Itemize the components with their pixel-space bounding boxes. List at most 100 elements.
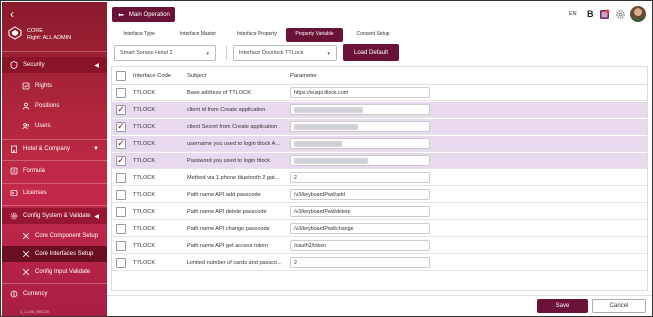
row-checkbox-cell: ✓ (116, 153, 128, 168)
parameter-value: /v3/keyboardPwd/change (294, 225, 354, 232)
row-checkbox[interactable] (116, 223, 126, 234)
parameter-cell: /v3/keyboardPwd/delete (290, 204, 430, 219)
interface-code-cell: TTLOCK (133, 89, 156, 96)
parameter-input[interactable]: /v3/keyboardPwd/delete (290, 206, 430, 217)
tab-consent-setup[interactable]: Consent Setup (349, 28, 397, 42)
parameter-input[interactable]: /oauth2/token (290, 240, 430, 251)
row-checkbox[interactable]: ✓ (116, 121, 126, 132)
sidebar-divider (2, 139, 107, 140)
sidebar-item-licenses[interactable]: Licenses (2, 185, 107, 201)
sidebar-item-currency[interactable]: Currency (2, 286, 107, 302)
parameter-input[interactable]: x_xxxxxxxxxxxxxxxx (290, 138, 430, 149)
parameter-input[interactable]: xxxxxxxxxxxxxxxxxxxxxxxx (290, 121, 430, 132)
table-row[interactable]: ✓ TTLOCK username you used to login ttlock… (112, 136, 647, 152)
select-all-checkbox[interactable] (116, 70, 126, 81)
interface-select-value: Interface Doorlock TTLock (239, 50, 304, 56)
row-checkbox[interactable]: ✓ (116, 104, 126, 115)
sidebar-item-label: Core Interfaces Setup (35, 251, 94, 257)
parameter-cell: /oauth2/token (290, 238, 430, 253)
sidebar-divider (2, 205, 107, 206)
sidebar-divider (2, 283, 107, 284)
collapse-sidebar-icon[interactable]: ‹ (10, 8, 14, 20)
parameter-cell: /v3/keyboardPwd/add (290, 187, 430, 202)
sidebar-divider (2, 160, 107, 161)
tab-interface-master[interactable]: Interface Master (173, 28, 223, 42)
save-button[interactable]: Save (537, 299, 588, 313)
interface-select[interactable]: Interface Doorlock TTLock ▼ (233, 45, 337, 61)
table-row[interactable]: TTLOCK Base address of TTLOCK https://euap… (112, 85, 647, 101)
parameter-input[interactable]: /v3/keyboardPwd/add (290, 189, 430, 200)
parameter-input[interactable]: 2 (290, 257, 430, 268)
table-row[interactable]: TTLOCK Path name API delete passcode/v3/k… (112, 204, 647, 220)
main-operation-button[interactable]: ⬅ Main Operation (112, 7, 175, 22)
parameter-input[interactable]: /v3/keyboardPwd/change (290, 223, 430, 234)
sidebar-item-security[interactable]: Security ◀ (2, 57, 107, 73)
sidebar-item-core-component-setup[interactable]: Core Component Setup (2, 228, 107, 244)
table-row[interactable]: TTLOCK Path name API get access token/oau… (112, 238, 647, 254)
sidebar-item-label: Security (23, 62, 45, 68)
sidebar-item-config-input-validate[interactable]: Config Input Validate (2, 264, 107, 280)
parameter-input[interactable]: https://euapi.ttlock.com (290, 87, 430, 98)
bold-toggle[interactable]: B (587, 6, 594, 22)
license-icon (10, 189, 18, 197)
table-row[interactable]: ✓ TTLOCK client id from Create application… (112, 102, 647, 118)
tab-property-variable[interactable]: Property Variable (286, 28, 343, 42)
subject-cell: Path name API delete passcode (187, 208, 267, 215)
sidebar-item-config-system[interactable]: Config System & Validate ◀ (2, 208, 107, 224)
tab-interface-type[interactable]: Interface Type (114, 28, 164, 42)
arrow-left-icon: ⬅ (118, 11, 124, 19)
row-checkbox[interactable] (116, 206, 126, 217)
row-checkbox[interactable]: ✓ (116, 138, 126, 149)
parameter-value: /oauth2/token (294, 242, 327, 249)
load-default-button[interactable]: Load Default (343, 44, 399, 61)
row-checkbox[interactable] (116, 87, 126, 98)
interfaces-icon (22, 250, 30, 258)
sidebar-item-hotel-company[interactable]: Hotel & Company ▼ (2, 141, 107, 157)
interface-code-cell: TTLOCK (133, 242, 156, 249)
interface-code-cell: TTLOCK (133, 123, 156, 130)
table-row[interactable]: ✓ TTLOCK client Secret from Create applica… (112, 119, 647, 135)
parameter-value: https://euapi.ttlock.com (294, 89, 349, 96)
row-checkbox[interactable] (116, 257, 126, 268)
cancel-button[interactable]: Cancel (592, 299, 646, 313)
sidebar-item-label: Currency (23, 291, 48, 297)
row-checkbox[interactable] (116, 172, 126, 183)
table-row[interactable]: TTLOCK Path name API change passcode/v3/k… (112, 221, 647, 237)
sidebar-divider (2, 51, 107, 52)
interface-code-cell: TTLOCK (133, 174, 156, 181)
sidebar-item-positions[interactable]: Positions (2, 98, 107, 114)
parameter-input[interactable]: xxxxxxxxxxxxxxxxxxxxxxxxxxxx (290, 155, 430, 166)
parameter-value: /v3/keyboardPwd/add (294, 191, 345, 198)
sidebar-item-formula[interactable]: Formula (2, 163, 107, 179)
parameter-input[interactable]: 2 (290, 172, 430, 183)
brand-name: CORE (27, 28, 43, 34)
sidebar-item-label: Rights (35, 83, 53, 89)
table-row[interactable]: TTLOCK Limited number of cards and passco… (112, 255, 647, 271)
sidebar-item-rights[interactable]: Rights (2, 78, 107, 94)
header-subject: Subject (187, 72, 207, 79)
table-row[interactable]: TTLOCK Method via 1.phone bluetooth 2.gat… (112, 170, 647, 186)
avatar[interactable] (630, 6, 646, 22)
parameter-input[interactable]: xxxxxxxxxxxxxxxxxxxxxxxxxx (290, 104, 430, 115)
sidebar-item-label: Core Component Setup (35, 233, 99, 239)
sidebar-item-core-interfaces-setup[interactable]: Core Interfaces Setup (2, 246, 107, 262)
table-row[interactable]: TTLOCK Path name API add passcode/v3/keyb… (112, 187, 647, 203)
header-parameter: Parameter (290, 72, 318, 79)
sidebar-item-label: Licenses (23, 190, 47, 196)
tab-interface-property[interactable]: Interface Property (236, 28, 278, 42)
table-row[interactable]: ✓ TTLOCK Password you used to login ttlock… (112, 153, 647, 169)
notification-icon[interactable] (599, 6, 610, 22)
sidebar-item-users[interactable]: Users (2, 118, 107, 134)
row-checkbox[interactable]: ✓ (116, 155, 126, 166)
footer-divider (107, 295, 652, 296)
language-selector[interactable]: EN (569, 6, 577, 22)
parameter-cell: 2 (290, 170, 430, 185)
hotel-select[interactable]: Smart Soraso Hotel 2 ▼ (114, 45, 216, 61)
interface-code-cell: TTLOCK (133, 106, 156, 113)
row-checkbox[interactable] (116, 240, 126, 251)
subject-cell: Method via 1.phone bluetooth 2.gat... (187, 174, 280, 181)
row-checkbox[interactable] (116, 189, 126, 200)
subject-cell: client id from Create application (187, 106, 266, 113)
sidebar-item-label: Hotel & Company (23, 146, 71, 152)
gear-icon[interactable] (615, 6, 626, 22)
